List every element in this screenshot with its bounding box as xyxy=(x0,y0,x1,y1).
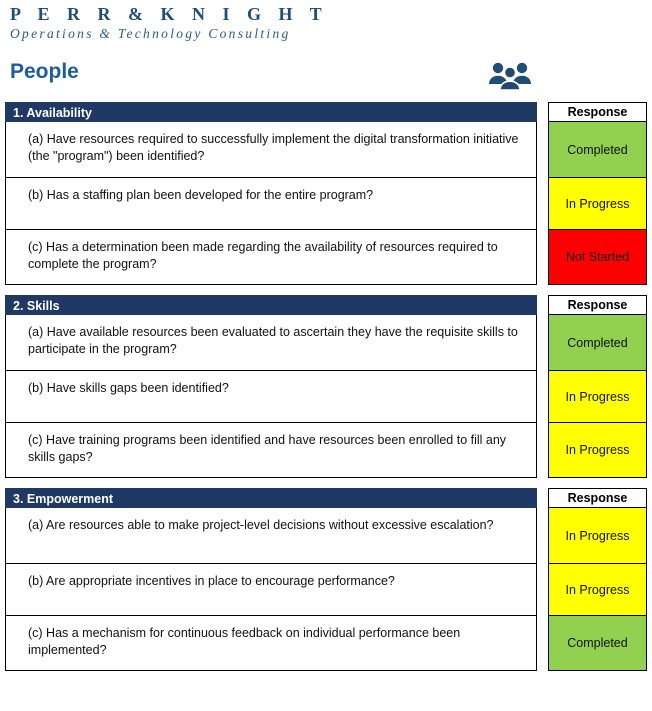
table-row: (c) Has a mechanism for continuous feedb… xyxy=(6,615,536,670)
question-table: (a) Are resources able to make project-l… xyxy=(5,508,537,671)
table-row: (b) Has a staffing plan been developed f… xyxy=(6,177,536,229)
section-skills: 2. Skills Response (a) Have available re… xyxy=(0,295,652,478)
section-empowerment: 3. Empowerment Response (a) Are resource… xyxy=(0,488,652,671)
table-row: (a) Have resources required to successfu… xyxy=(28,132,519,163)
status-badge[interactable]: In Progress xyxy=(549,422,646,477)
section-title: 2. Skills xyxy=(5,295,537,315)
section-title: 1. Availability xyxy=(5,102,537,122)
status-badge[interactable]: In Progress xyxy=(549,508,646,563)
status-badge[interactable]: Completed xyxy=(549,122,646,177)
assessment-sheet: 1. Availability Response (a) Have resour… xyxy=(0,102,652,681)
status-badge[interactable]: Completed xyxy=(549,315,646,370)
brand-tagline: Operations & Technology Consulting xyxy=(10,26,291,41)
table-row: (a) Have available resources been evalua… xyxy=(28,325,518,356)
response-column-header: Response xyxy=(548,295,647,315)
question-table: (a) Have available resources been evalua… xyxy=(5,315,537,478)
brand-name: P E R R & K N I G H T xyxy=(10,4,329,24)
people-group-icon xyxy=(487,59,533,91)
status-badge[interactable]: In Progress xyxy=(549,177,646,229)
table-row: (c) Has a determination been made regard… xyxy=(6,229,536,284)
section-title: 3. Empowerment xyxy=(5,488,537,508)
status-badge[interactable]: Completed xyxy=(549,615,646,670)
page-title: People xyxy=(10,60,79,83)
response-column-header: Response xyxy=(548,102,647,122)
status-badge[interactable]: Not Started xyxy=(549,229,646,284)
status-badge[interactable]: In Progress xyxy=(549,370,646,422)
table-row: (b) Have skills gaps been identified? xyxy=(6,370,536,422)
response-column-header: Response xyxy=(548,488,647,508)
section-availability: 1. Availability Response (a) Have resour… xyxy=(0,102,652,285)
question-table: (a) Have resources required to successfu… xyxy=(5,122,537,285)
response-table: In Progress In Progress Completed xyxy=(548,508,647,671)
table-row: (c) Have training programs been identifi… xyxy=(6,422,536,477)
brand-header: P E R R & K N I G H T Operations & Techn… xyxy=(10,4,328,43)
response-table: Completed In Progress Not Started xyxy=(548,122,647,285)
table-row: (a) Are resources able to make project-l… xyxy=(28,518,494,532)
table-row: (b) Are appropriate incentives in place … xyxy=(6,563,536,615)
status-badge[interactable]: In Progress xyxy=(549,563,646,615)
response-table: Completed In Progress In Progress xyxy=(548,315,647,478)
